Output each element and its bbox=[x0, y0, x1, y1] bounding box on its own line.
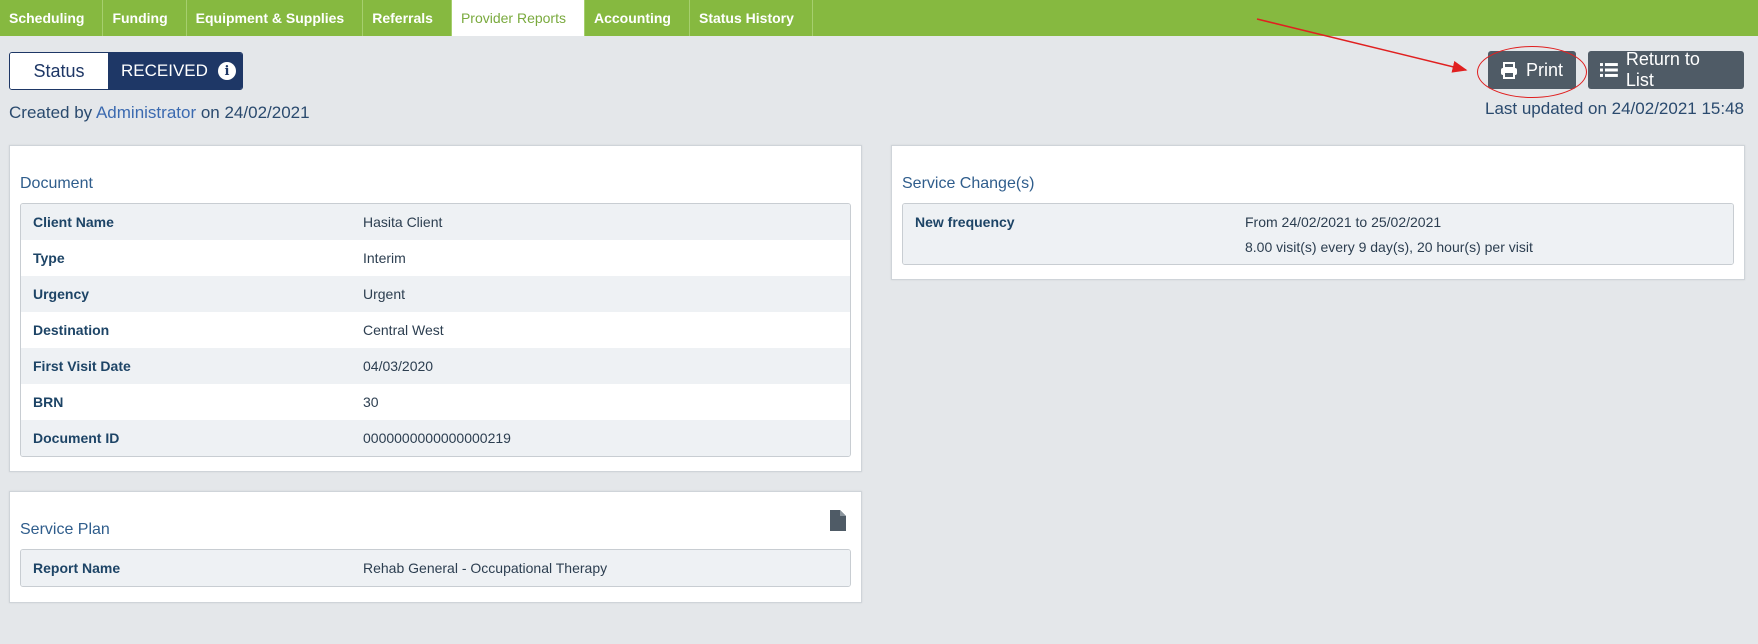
row-value: Central West bbox=[363, 322, 444, 338]
row-key: BRN bbox=[33, 394, 64, 410]
table-row: Destination Central West bbox=[21, 312, 850, 348]
row-key: Report Name bbox=[33, 560, 121, 576]
service-changes-title: Service Change(s) bbox=[902, 175, 1035, 192]
tab-accounting[interactable]: Accounting bbox=[585, 0, 690, 36]
tab-status-history[interactable]: Status History bbox=[690, 0, 813, 36]
frequency-details: 8.00 visit(s) every 9 day(s), 20 hour(s)… bbox=[1245, 239, 1533, 255]
created-prefix: Created by bbox=[9, 103, 93, 122]
tab-equipment-supplies[interactable]: Equipment & Supplies bbox=[187, 0, 364, 36]
row-value: 04/03/2020 bbox=[363, 358, 434, 374]
created-user-link[interactable]: Administrator bbox=[96, 103, 196, 122]
table-row: Urgency Urgent bbox=[21, 276, 850, 312]
status-value: RECEIVED bbox=[121, 61, 208, 80]
tab-scheduling[interactable]: Scheduling bbox=[0, 0, 104, 36]
tab-referrals[interactable]: Referrals bbox=[363, 0, 452, 36]
annotation-ellipse bbox=[1477, 46, 1587, 98]
row-key: Type bbox=[33, 250, 65, 266]
row-value: Hasita Client bbox=[363, 214, 443, 230]
tab-funding[interactable]: Funding bbox=[103, 0, 187, 36]
service-changes-panel: Service Change(s) New frequency From 24/… bbox=[891, 145, 1745, 280]
tab-bar: Scheduling Funding Equipment & Supplies … bbox=[0, 0, 1758, 36]
created-by-line: Created by Administrator on 24/02/2021 bbox=[9, 103, 310, 123]
table-row: Type Interim bbox=[21, 240, 850, 276]
table-row: Client Name Hasita Client bbox=[21, 204, 850, 240]
row-value: Urgent bbox=[363, 286, 406, 302]
row-key: Destination bbox=[33, 322, 110, 338]
tab-provider-reports[interactable]: Provider Reports bbox=[451, 0, 585, 36]
service-plan-panel: Service Plan Report Name Rehab General -… bbox=[9, 491, 862, 603]
row-key: New frequency bbox=[915, 214, 1015, 230]
table-row: Document ID 0000000000000000219 bbox=[21, 420, 850, 456]
list-icon bbox=[1600, 63, 1618, 77]
file-icon[interactable] bbox=[830, 510, 846, 531]
table-row: First Visit Date 04/03/2020 bbox=[21, 348, 850, 384]
row-value: Rehab General - Occupational Therapy bbox=[363, 560, 608, 576]
row-value: Interim bbox=[363, 250, 406, 266]
service-plan-title: Service Plan bbox=[20, 521, 110, 538]
created-date: on 24/02/2021 bbox=[200, 103, 310, 122]
row-key: Document ID bbox=[33, 430, 120, 446]
table-row: New frequency From 24/02/2021 to 25/02/2… bbox=[903, 204, 1733, 264]
status-indicator: Status RECEIVED i bbox=[9, 52, 243, 90]
row-key: First Visit Date bbox=[33, 358, 131, 374]
status-value-badge: RECEIVED i bbox=[108, 53, 242, 89]
frequency-date-range: From 24/02/2021 to 25/02/2021 bbox=[1245, 214, 1442, 230]
status-label: Status bbox=[10, 53, 108, 89]
row-key: Urgency bbox=[33, 286, 90, 302]
row-key: Client Name bbox=[33, 214, 114, 230]
row-value: 30 bbox=[363, 394, 379, 410]
table-row: Report Name Rehab General - Occupational… bbox=[21, 550, 850, 586]
document-title: Document bbox=[20, 175, 93, 192]
document-panel: Document Client Name Hasita Client Type … bbox=[9, 145, 862, 472]
document-table: Client Name Hasita Client Type Interim U… bbox=[20, 203, 851, 457]
info-icon[interactable]: i bbox=[217, 62, 236, 80]
service-changes-table: New frequency From 24/02/2021 to 25/02/2… bbox=[902, 203, 1734, 265]
table-row: BRN 30 bbox=[21, 384, 850, 420]
row-value: 0000000000000000219 bbox=[363, 430, 511, 446]
return-to-list-label: Return to List bbox=[1625, 49, 1700, 90]
return-to-list-button[interactable]: Return to List bbox=[1588, 49, 1744, 90]
service-plan-table: Report Name Rehab General - Occupational… bbox=[20, 549, 851, 587]
last-updated: Last updated on 24/02/2021 15:48 bbox=[1484, 99, 1744, 118]
